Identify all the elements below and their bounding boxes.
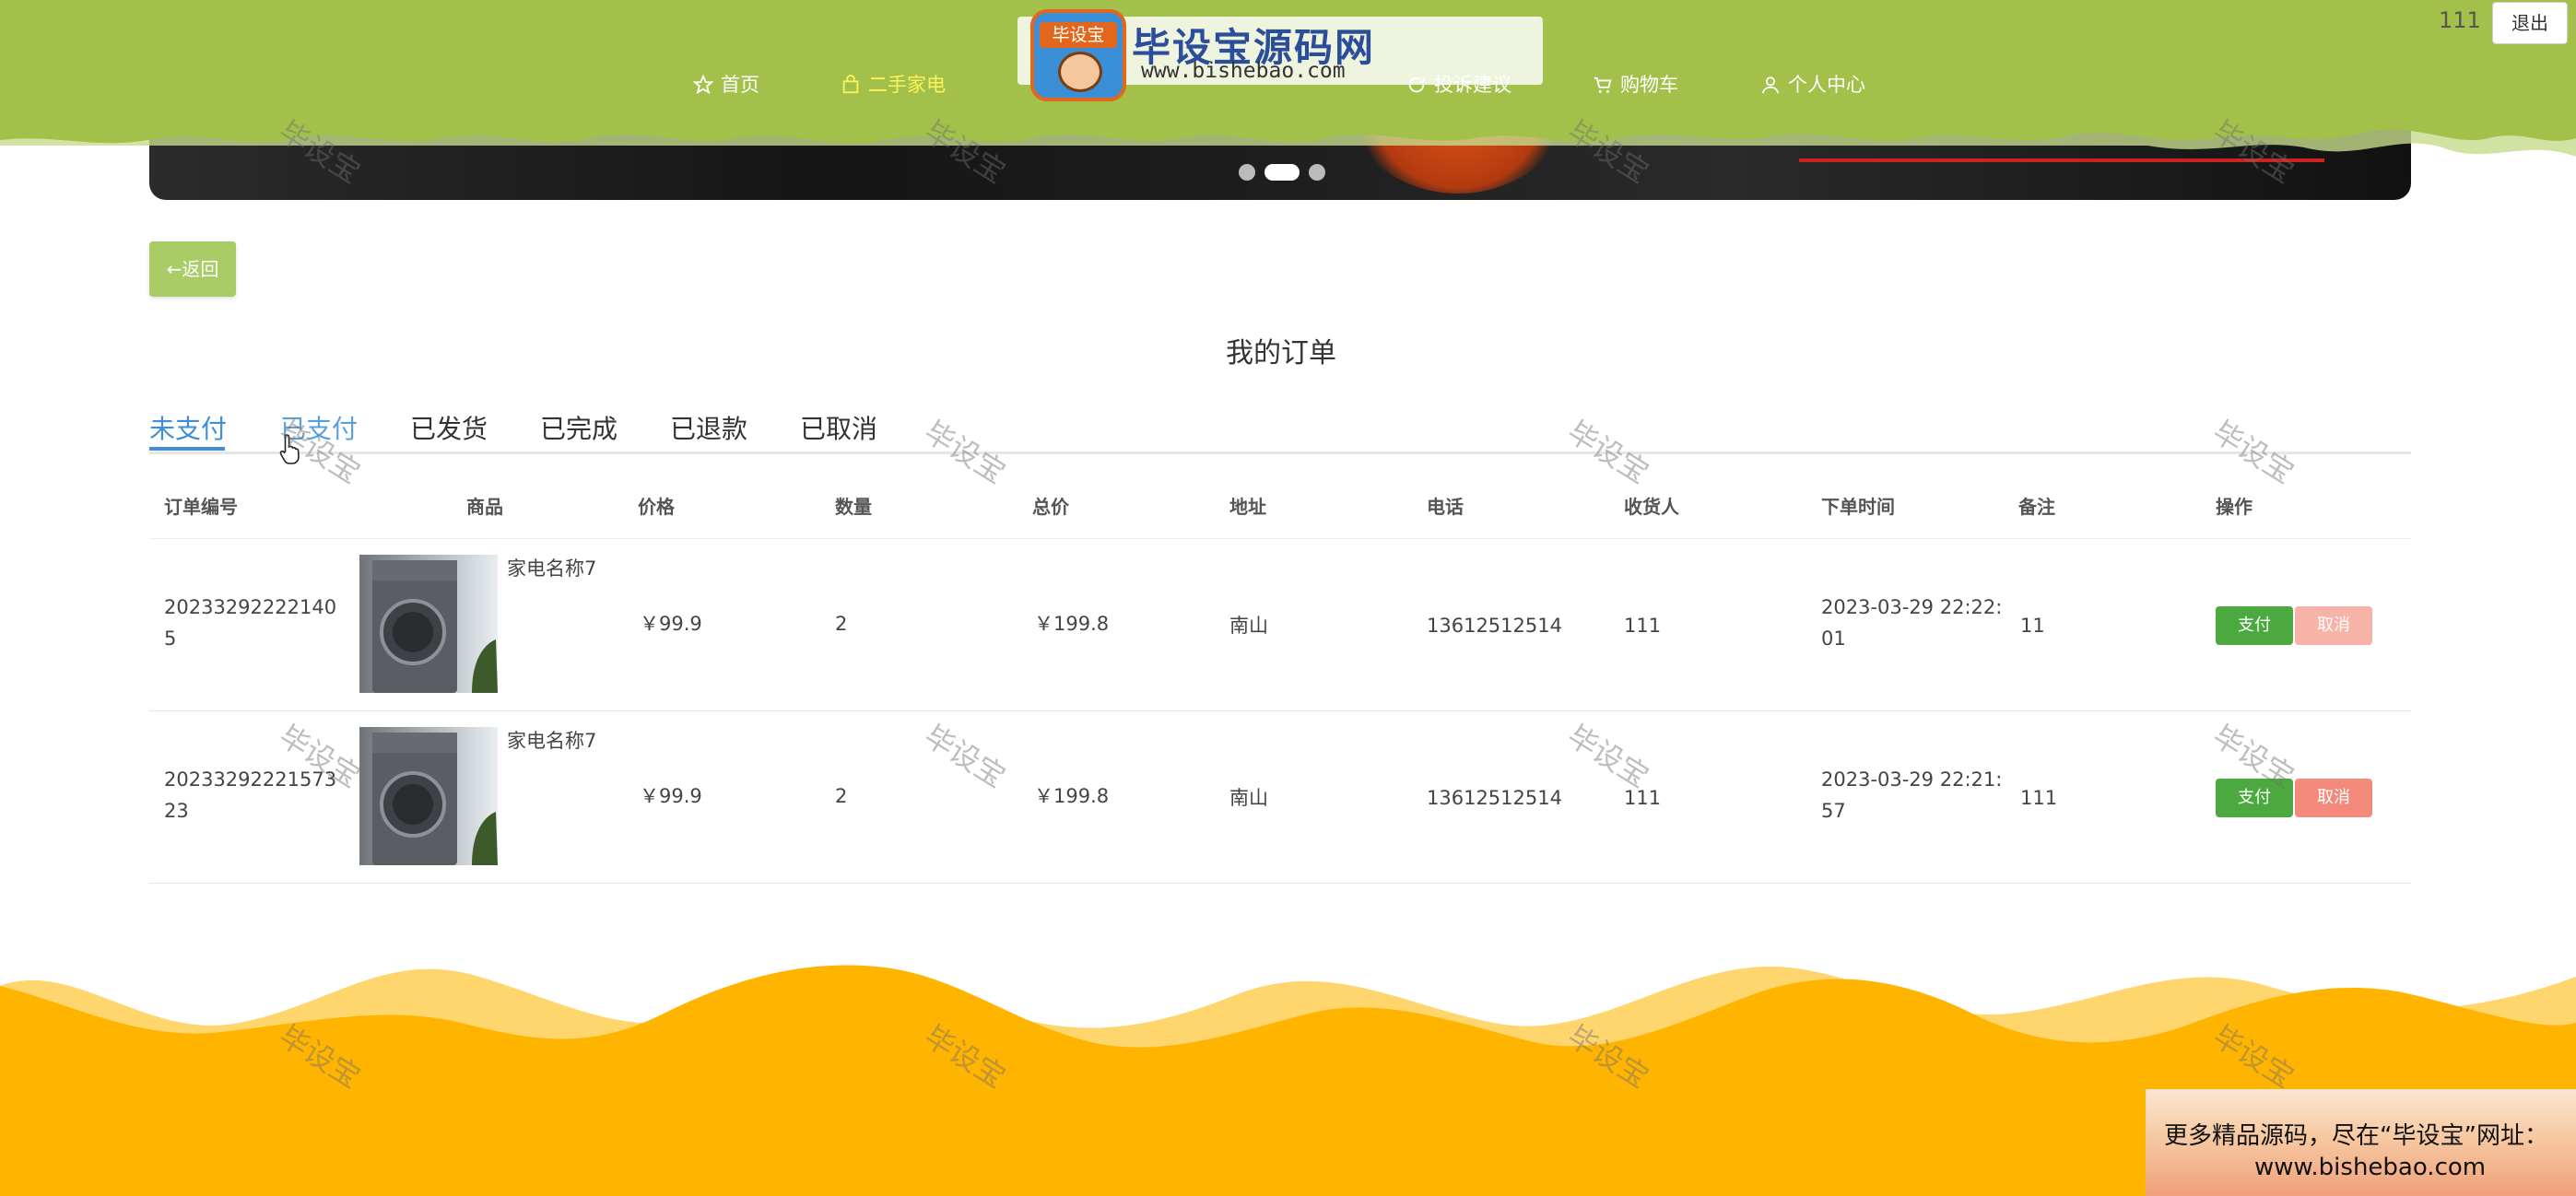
column-header-total: 总价 [1032,496,1069,518]
address-value: 南山 [1229,787,1268,809]
column-header-note: 备注 [2018,496,2055,518]
nav-label: 购物车 [1620,74,1678,96]
order-time-line: 01 [1821,627,1846,650]
nav-label: 二手家电 [868,74,946,96]
note-value: 11 [2020,615,2045,637]
promo-banner[interactable]: 更多精品源码，尽在“毕设宝”网址： www.bishebao.com [2146,1089,2576,1196]
order-time-line: 2023-03-29 22:22: [1821,596,2003,618]
tab-cancelled[interactable]: 已取消 [800,409,877,446]
address-value: 南山 [1229,615,1268,637]
order-number: 20233292221573 23 [164,764,336,827]
product-name: 家电名称7 [507,557,597,580]
user-icon [1761,76,1780,94]
logout-button[interactable]: 退出 [2492,2,2568,44]
site-header: 首页 二手家电 投诉建议 购物车 个人中心 毕设宝 毕设宝源码网 www.bis… [0,0,2576,175]
column-header-order-no: 订单编号 [164,496,238,518]
table-row: 20233292221573 23 家电名称7 ￥99.9 2 ￥199.8 南… [149,710,2411,884]
bag-icon [842,75,859,94]
column-header-order-time: 下单时间 [1821,496,1895,518]
product-image[interactable] [359,555,498,693]
column-header-qty: 数量 [835,496,872,518]
tab-refunded[interactable]: 已退款 [670,409,747,446]
cancel-button[interactable]: 取消 [2295,606,2372,645]
product-image[interactable] [359,727,498,865]
total-value: ￥199.8 [1034,785,1110,807]
logo-url: www.bishebao.com [1141,59,1346,83]
pay-button[interactable]: 支付 [2216,779,2293,817]
price-value: ￥99.9 [640,785,702,807]
watermark-logo: 毕设宝 毕设宝源码网 www.bishebao.com [1017,9,1543,101]
page-title: 我的订单 [1226,337,1336,369]
phone-value: 13612512514 [1427,787,1562,809]
cancel-button[interactable]: 取消 [2295,779,2372,817]
receiver-value: 111 [1624,615,1662,637]
column-header-actions: 操作 [2216,496,2253,518]
column-header-receiver: 收货人 [1624,496,1679,518]
table-row: 20233292222140 5 家电名称7 ￥99.9 2 ￥199.8 南山… [149,538,2411,711]
nav-label: 首页 [721,74,759,96]
order-time-line: 2023-03-29 22:21: [1821,768,2003,791]
star-icon [693,75,713,95]
nav-label: 个人中心 [1788,74,1865,96]
phone-value: 13612512514 [1427,615,1562,637]
column-header-product: 商品 [466,496,503,518]
receiver-value: 111 [1624,787,1662,809]
order-time-line: 57 [1821,800,1846,822]
mascot-icon [1058,52,1102,92]
username-label: 111 [2439,7,2481,33]
washing-machine-image [359,555,498,693]
order-time-value: 2023-03-29 22:22: 01 [1821,592,2002,654]
hand-cursor-icon [279,434,300,464]
promo-text: 更多精品源码，尽在“毕设宝”网址： [2164,1122,2548,1150]
active-tab-indicator [149,447,225,451]
nav-item-home[interactable]: 首页 [693,66,759,103]
tab-shipped[interactable]: 已发货 [410,409,488,446]
washing-machine-image [359,727,498,865]
price-value: ￥99.9 [640,613,702,635]
logo-badge-text: 毕设宝 [1040,22,1117,48]
quantity-value: 2 [835,785,848,807]
product-name: 家电名称7 [507,730,597,752]
table-header: 订单编号 商品 价格 数量 总价 地址 电话 收货人 下单时间 备注 操作 [149,479,2411,539]
tab-completed[interactable]: 已完成 [540,409,618,446]
pay-button[interactable]: 支付 [2216,606,2293,645]
order-time-value: 2023-03-29 22:21: 57 [1821,764,2002,827]
total-value: ￥199.8 [1034,613,1110,635]
nav-item-cart[interactable]: 购物车 [1593,66,1678,103]
order-number: 20233292222140 5 [164,592,336,654]
back-button[interactable]: ←返回 [149,241,236,297]
order-number-line: 20233292222140 [164,596,337,618]
column-header-address: 地址 [1229,496,1266,518]
tab-unpaid[interactable]: 未支付 [149,409,227,446]
cart-icon [1594,76,1612,93]
quantity-value: 2 [835,613,848,635]
logo-badge: 毕设宝 [1030,9,1126,101]
nav-item-appliances[interactable]: 二手家电 [841,66,946,103]
promo-url: www.bishebao.com [2254,1154,2487,1181]
order-number-line: 23 [164,800,189,822]
order-status-tabs: 未支付 已支付 已发货 已完成 已退款 已取消 [149,405,2411,454]
column-header-price: 价格 [638,496,675,518]
note-value: 111 [2020,787,2058,809]
order-number-line: 5 [164,627,177,650]
column-header-phone: 电话 [1427,496,1464,518]
nav-item-profile[interactable]: 个人中心 [1760,66,1865,103]
order-number-line: 20233292221573 [164,768,337,791]
